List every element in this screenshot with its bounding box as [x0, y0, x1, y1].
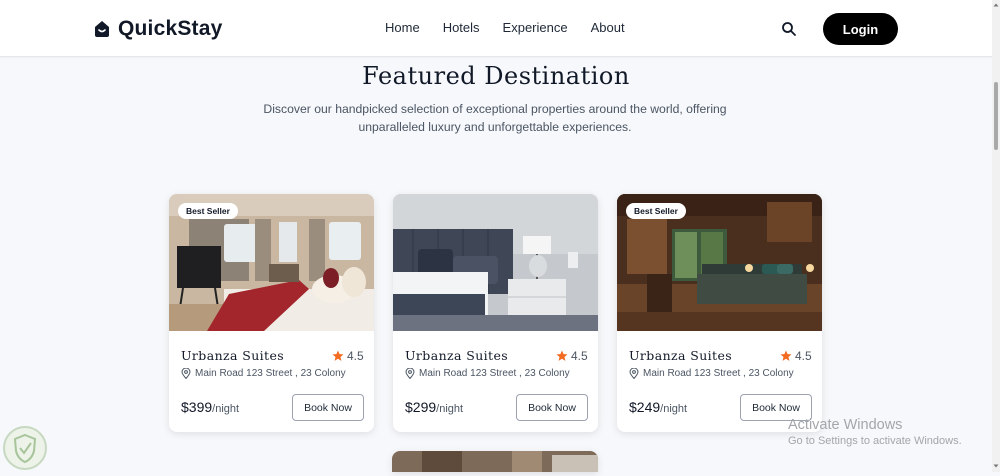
best-seller-badge: Best Seller: [626, 203, 686, 219]
address-text: Main Road 123 Street , 23 Colony: [643, 368, 794, 379]
scroll-down-icon[interactable]: [993, 463, 999, 469]
scroll-up-icon[interactable]: [993, 2, 999, 8]
hotel-card-partial[interactable]: [392, 451, 598, 472]
address: Main Road 123 Street , 23 Colony: [629, 368, 794, 379]
nav-link-hotels[interactable]: Hotels: [443, 20, 480, 36]
price-amount: $299: [405, 399, 437, 415]
price: $399/night: [181, 399, 239, 417]
book-now-button[interactable]: Book Now: [292, 394, 364, 421]
page-scrollbar[interactable]: [992, 0, 1000, 472]
address: Main Road 123 Street , 23 Colony: [405, 368, 570, 379]
search-icon[interactable]: [781, 21, 797, 37]
navbar: QuickStay Home Hotels Experience About L…: [0, 0, 992, 57]
shield-overlay-icon[interactable]: [2, 425, 48, 471]
rating: 4.5: [332, 349, 364, 363]
best-seller-badge: Best Seller: [178, 203, 238, 219]
location-pin-icon: [405, 368, 415, 379]
hotel-name: Urbanza Suites: [405, 348, 509, 363]
nav-link-about[interactable]: About: [591, 20, 625, 36]
brand-name: QuickStay: [118, 17, 223, 40]
activate-windows-watermark: Activate Windows Go to Settings to activ…: [788, 416, 962, 448]
hotel-image[interactable]: Best Seller: [617, 194, 822, 331]
address: Main Road 123 Street , 23 Colony: [181, 368, 346, 379]
hotel-card[interactable]: Best Seller Urbanza Suites 4.5 Main Road…: [617, 194, 822, 432]
price-unit: /night: [660, 403, 688, 415]
nav-link-experience[interactable]: Experience: [503, 20, 568, 36]
section-title: Featured Destination: [362, 62, 630, 90]
watermark-subtitle: Go to Settings to activate Windows.: [788, 435, 962, 447]
scrollbar-thumb[interactable]: [994, 82, 998, 150]
star-icon: [780, 350, 792, 361]
address-text: Main Road 123 Street , 23 Colony: [195, 368, 346, 379]
hotel-image[interactable]: [393, 194, 598, 331]
logo-icon: [92, 19, 112, 39]
hotel-card[interactable]: Best Seller Urbanza Suites 4.5 Main Road…: [169, 194, 374, 432]
rating-value: 4.5: [347, 349, 364, 363]
price-unit: /night: [436, 403, 464, 415]
rating: 4.5: [556, 349, 588, 363]
hotel-name: Urbanza Suites: [629, 348, 733, 363]
address-text: Main Road 123 Street , 23 Colony: [419, 368, 570, 379]
hotel-name: Urbanza Suites: [181, 348, 285, 363]
main-nav: Home Hotels Experience About: [385, 20, 648, 36]
price-amount: $249: [629, 399, 661, 415]
book-now-button[interactable]: Book Now: [516, 394, 588, 421]
price-unit: /night: [212, 403, 240, 415]
star-icon: [332, 350, 344, 361]
hotel-image[interactable]: Best Seller: [169, 194, 374, 331]
location-pin-icon: [629, 368, 639, 379]
rating: 4.5: [780, 349, 812, 363]
location-pin-icon: [181, 368, 191, 379]
rating-value: 4.5: [795, 349, 812, 363]
rating-value: 4.5: [571, 349, 588, 363]
login-button[interactable]: Login: [823, 13, 898, 45]
star-icon: [556, 350, 568, 361]
watermark-title: Activate Windows: [788, 417, 903, 433]
section-description: Discover our handpicked selection of exc…: [263, 102, 727, 134]
hotel-card[interactable]: Urbanza Suites 4.5 Main Road 123 Street …: [393, 194, 598, 432]
price: $249/night: [629, 399, 687, 417]
price-amount: $399: [181, 399, 213, 415]
nav-link-home[interactable]: Home: [385, 20, 420, 36]
price: $299/night: [405, 399, 463, 417]
brand-logo[interactable]: QuickStay: [92, 17, 223, 41]
